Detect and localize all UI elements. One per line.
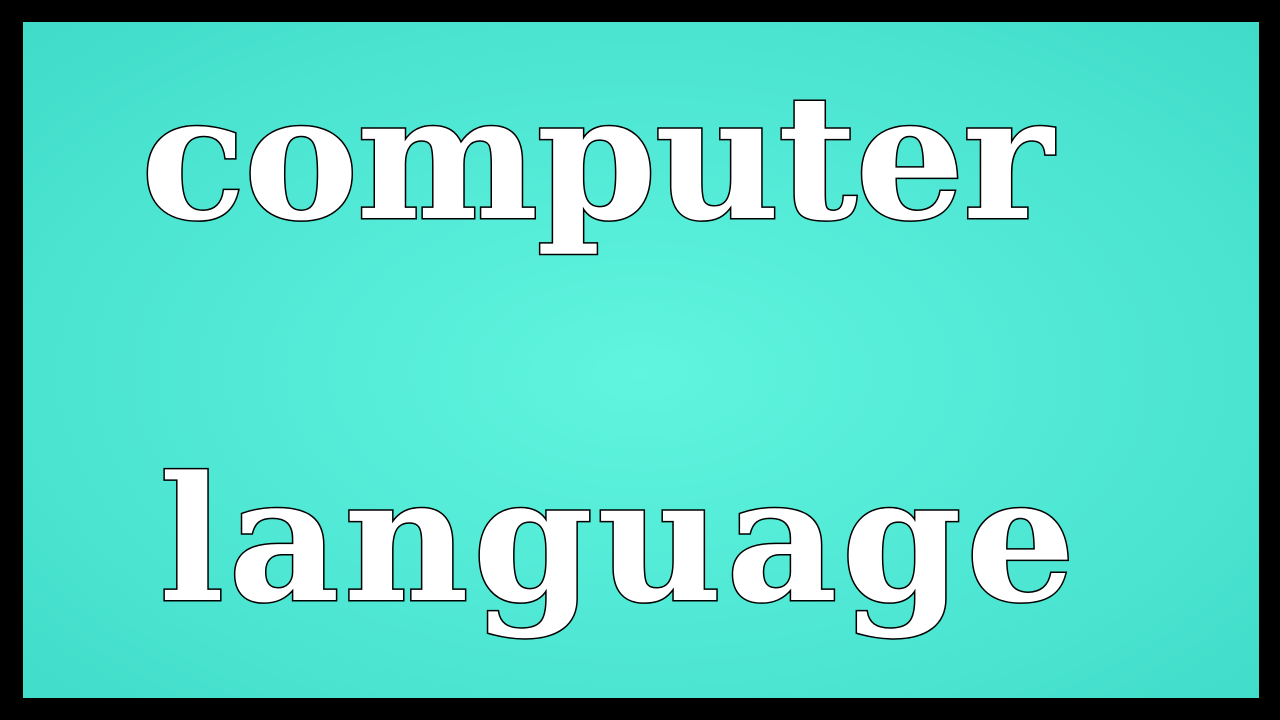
black-border-frame: computer language [0, 0, 1280, 720]
teal-card-background: computer language [23, 22, 1259, 698]
title-word-language: language [158, 438, 1080, 641]
title-word-computer: computer [140, 56, 1055, 259]
